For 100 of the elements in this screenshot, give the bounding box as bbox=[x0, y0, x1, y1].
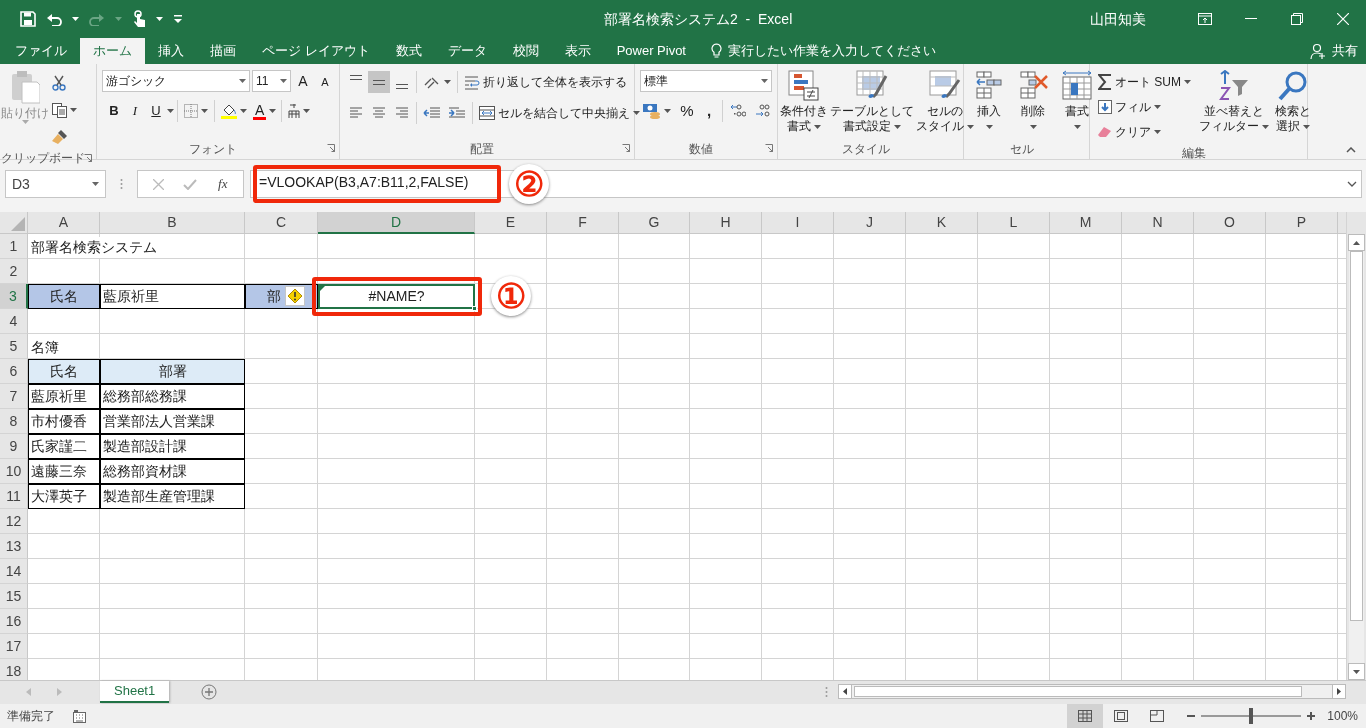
column-header[interactable]: G bbox=[619, 212, 690, 234]
grow-font-button[interactable]: A bbox=[293, 70, 313, 92]
row-header[interactable]: 2 bbox=[0, 259, 28, 284]
column-header[interactable]: K bbox=[906, 212, 978, 234]
add-sheet-icon[interactable] bbox=[201, 684, 218, 700]
dialog-launcher-button[interactable] bbox=[327, 144, 335, 152]
caret-icon[interactable] bbox=[967, 124, 974, 129]
column-header[interactable]: J bbox=[834, 212, 906, 234]
column-header[interactable]: E bbox=[475, 212, 547, 234]
row-header[interactable]: 7 bbox=[0, 384, 28, 409]
row-header[interactable]: 9 bbox=[0, 434, 28, 459]
vertical-align-button[interactable] bbox=[368, 71, 390, 93]
caret-icon[interactable] bbox=[1154, 130, 1161, 134]
clear-button[interactable]: クリア bbox=[1095, 120, 1194, 144]
ribbon-tab[interactable]: 描画 bbox=[197, 38, 249, 64]
font-color-button[interactable]: A bbox=[251, 100, 279, 122]
ribbon-tab[interactable]: 挿入 bbox=[145, 38, 197, 64]
column-header[interactable]: I bbox=[762, 212, 834, 234]
caret-icon[interactable] bbox=[167, 109, 174, 113]
number-format-field[interactable]: 標準 bbox=[640, 70, 772, 92]
column-header[interactable]: O bbox=[1194, 212, 1266, 234]
scroll-left-button[interactable] bbox=[839, 685, 853, 698]
scroll-down-button[interactable] bbox=[1348, 663, 1365, 680]
row-header[interactable]: 12 bbox=[0, 509, 28, 534]
normal-view-button[interactable] bbox=[1067, 704, 1104, 728]
caret-icon[interactable] bbox=[633, 111, 640, 115]
row-header[interactable]: 11 bbox=[0, 484, 28, 509]
caret-icon[interactable] bbox=[72, 17, 79, 21]
zoom-in-icon[interactable] bbox=[1307, 712, 1316, 720]
column-header[interactable]: N bbox=[1122, 212, 1194, 234]
row-header[interactable]: 4 bbox=[0, 309, 28, 334]
find-select-button[interactable]: 検索と 選択 bbox=[1274, 70, 1312, 134]
caret-icon[interactable] bbox=[664, 109, 671, 113]
caret-icon[interactable] bbox=[814, 124, 821, 129]
caret-icon[interactable] bbox=[239, 79, 246, 83]
format-button[interactable]: 書式 bbox=[1057, 70, 1097, 134]
zoom-thumb[interactable] bbox=[1249, 708, 1254, 724]
bold-button[interactable]: B bbox=[104, 100, 124, 122]
column-header[interactable]: M bbox=[1050, 212, 1122, 234]
scroll-right-button[interactable] bbox=[1332, 685, 1346, 698]
caret-icon[interactable] bbox=[1154, 105, 1161, 109]
caret-icon[interactable] bbox=[1029, 124, 1037, 129]
caret-icon[interactable] bbox=[240, 109, 247, 113]
scroll-thumb[interactable] bbox=[854, 686, 1303, 697]
macro-record-icon[interactable] bbox=[73, 709, 86, 723]
scroll-up-button[interactable] bbox=[1348, 234, 1365, 251]
shrink-font-button[interactable]: A bbox=[315, 70, 335, 92]
ribbon-tab[interactable]: ファイル bbox=[2, 38, 80, 64]
touch-icon[interactable] bbox=[132, 10, 146, 28]
name-box[interactable]: D3 bbox=[5, 170, 106, 198]
caret-icon[interactable] bbox=[1073, 124, 1081, 129]
caret-icon[interactable] bbox=[1184, 80, 1191, 84]
font-size-field[interactable]: 11 bbox=[252, 70, 291, 92]
row-header[interactable]: 8 bbox=[0, 409, 28, 434]
sheet-tab[interactable]: Sheet1 bbox=[100, 681, 170, 703]
underline-button[interactable]: U bbox=[146, 100, 166, 122]
caret-icon[interactable] bbox=[985, 124, 993, 129]
collapse-ribbon-button[interactable] bbox=[1346, 147, 1356, 153]
row-header[interactable]: 18 bbox=[0, 659, 28, 680]
dialog-launcher-button[interactable] bbox=[765, 144, 773, 152]
ribbon-tab[interactable]: 校閲 bbox=[499, 38, 552, 64]
row-header[interactable]: 3 bbox=[0, 284, 28, 309]
column-header[interactable]: A bbox=[28, 212, 100, 234]
zoom-slider[interactable] bbox=[1201, 708, 1302, 724]
row-header[interactable]: 17 bbox=[0, 634, 28, 659]
caret-icon[interactable] bbox=[156, 17, 163, 21]
caret-icon[interactable] bbox=[1303, 124, 1310, 129]
ribbon-tab[interactable]: ページ レイアウト bbox=[249, 38, 383, 64]
caret-icon[interactable] bbox=[269, 109, 277, 113]
sort-filter-button[interactable]: 並べ替えと フィルター bbox=[1198, 70, 1270, 134]
dialog-launcher-button[interactable] bbox=[84, 154, 92, 162]
wrap-text-button[interactable]: 折り返して全体を表示する bbox=[461, 70, 630, 94]
caret-icon[interactable] bbox=[280, 79, 287, 83]
dialog-launcher-button[interactable] bbox=[622, 144, 630, 152]
undo-icon[interactable] bbox=[46, 12, 62, 26]
column-header[interactable]: H bbox=[690, 212, 762, 234]
row-header[interactable]: 15 bbox=[0, 584, 28, 609]
comma-button[interactable]: , bbox=[700, 100, 718, 122]
caret-icon[interactable] bbox=[201, 109, 208, 113]
expand-icon[interactable] bbox=[1347, 181, 1357, 187]
row-header[interactable]: 10 bbox=[0, 459, 28, 484]
share-button[interactable]: 共有 bbox=[1310, 38, 1358, 64]
caret-icon[interactable] bbox=[444, 80, 451, 84]
column-header[interactable]: P bbox=[1266, 212, 1338, 234]
column-header[interactable]: D bbox=[318, 212, 475, 234]
caret-icon[interactable] bbox=[92, 182, 99, 186]
italic-button[interactable]: I bbox=[125, 100, 145, 122]
tell-me-field[interactable]: 実行したい作業を入力してください bbox=[728, 41, 936, 61]
conditional-format-button[interactable]: 条件付き 書式 bbox=[779, 70, 829, 134]
column-header[interactable]: L bbox=[978, 212, 1050, 234]
font-name-field[interactable]: 游ゴシック bbox=[102, 70, 250, 92]
caret-icon[interactable] bbox=[894, 124, 901, 129]
customize-icon[interactable] bbox=[173, 15, 183, 23]
row-header[interactable]: 5 bbox=[0, 334, 28, 359]
ribbon-tab[interactable]: Power Pivot bbox=[603, 38, 699, 64]
insert-function-button[interactable]: fx bbox=[211, 173, 234, 195]
zoom-level-button[interactable]: 100% bbox=[1327, 707, 1358, 725]
merge-center-button[interactable]: セルを結合して中央揃え bbox=[476, 101, 643, 125]
error-check-button[interactable] bbox=[285, 286, 305, 306]
delete-button[interactable]: 削除 bbox=[1013, 70, 1053, 134]
